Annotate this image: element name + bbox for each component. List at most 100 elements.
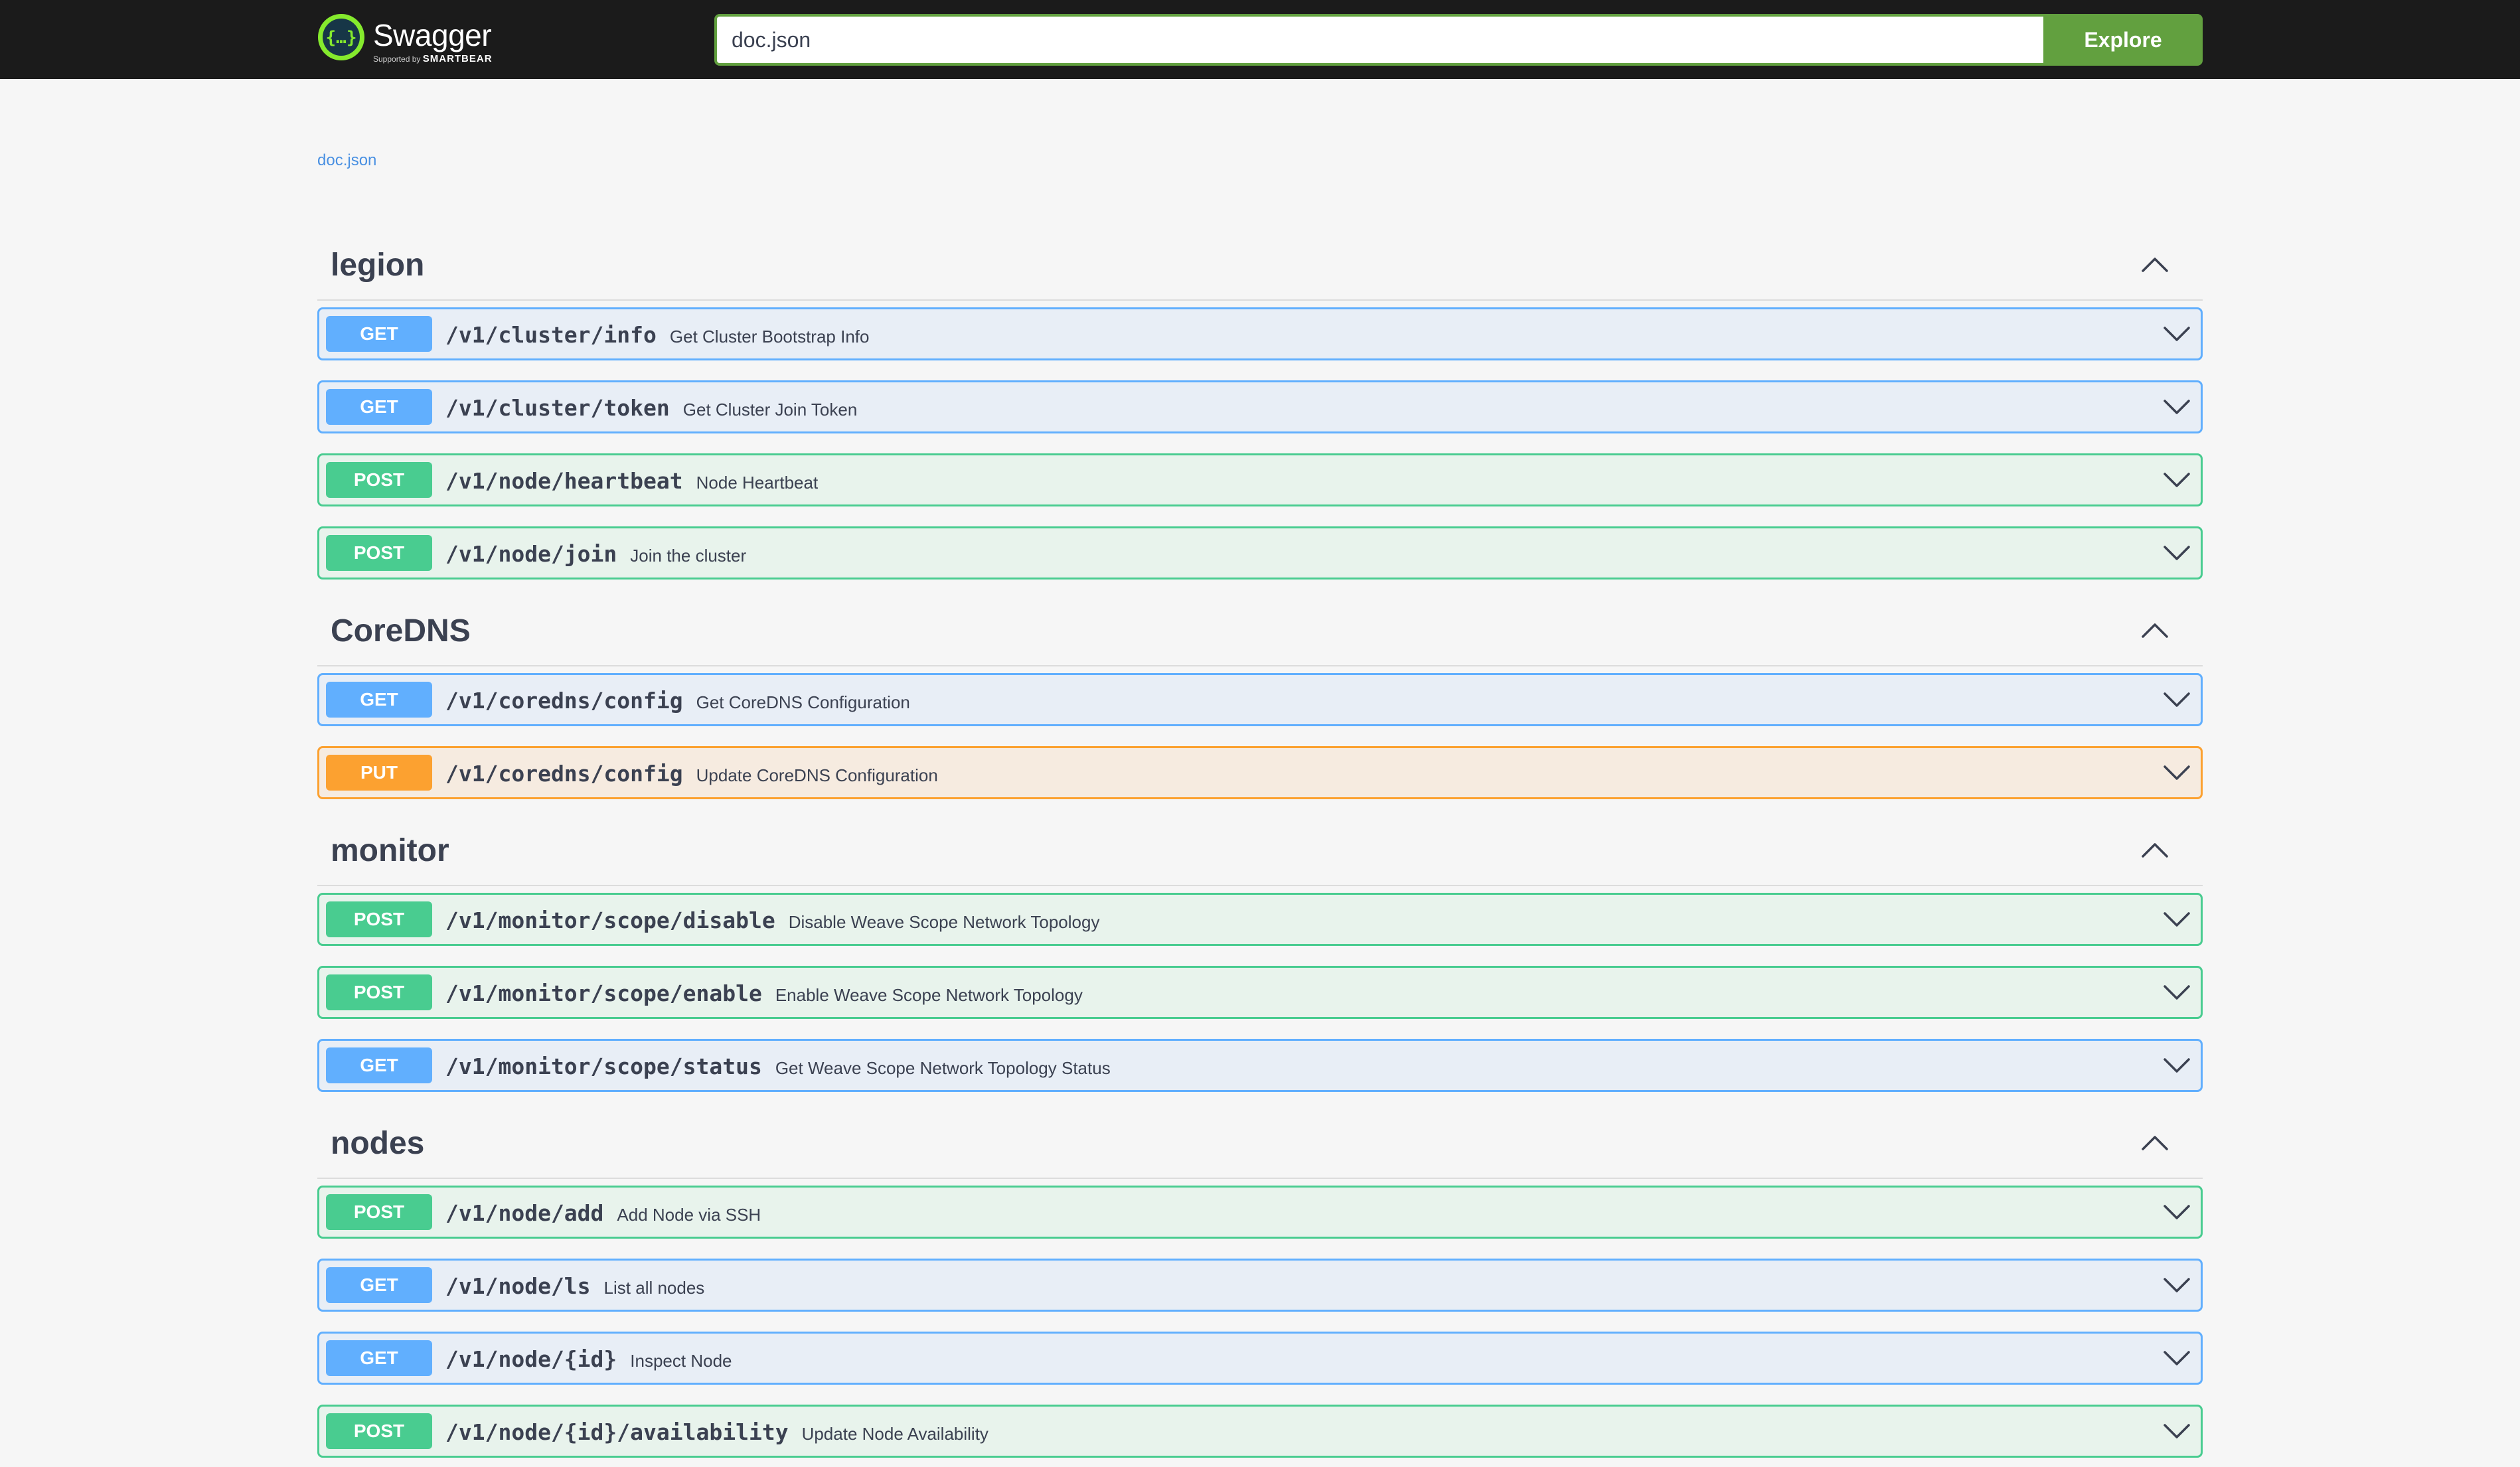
chevron-down-icon[interactable] — [2164, 546, 2190, 562]
explore-form: Explore — [714, 14, 2203, 66]
chevron-down-icon[interactable] — [2164, 1424, 2190, 1440]
operation-path-line: /v1/cluster/info Get Cluster Bootstrap In… — [445, 322, 869, 348]
operation-path: /v1/node/{id} — [445, 1346, 617, 1372]
tag-header[interactable]: CoreDNS — [317, 591, 2203, 666]
chevron-down-icon[interactable] — [2164, 912, 2190, 928]
operation-path-line: /v1/monitor/scope/enable Enable Weave Sco… — [445, 980, 1083, 1006]
method-badge: GET — [326, 1340, 432, 1376]
operation-path-line: /v1/node/add Add Node via SSH — [445, 1200, 761, 1226]
method-badge: POST — [326, 1413, 432, 1449]
tag-header[interactable]: nodes — [317, 1104, 2203, 1179]
brand-name: Swagger — [373, 18, 492, 52]
chevron-up-icon[interactable] — [2142, 256, 2168, 272]
chevron-down-icon[interactable] — [2164, 1351, 2190, 1367]
operation-summary: Disable Weave Scope Network Topology — [788, 912, 1100, 932]
operation-path: /v1/monitor/scope/enable — [445, 980, 762, 1006]
operation-path: /v1/monitor/scope/disable — [445, 907, 775, 933]
operation-row[interactable]: GET/v1/cluster/info Get Cluster Bootstrap… — [317, 307, 2203, 360]
chevron-down-icon[interactable] — [2164, 1205, 2190, 1221]
chevron-up-icon[interactable] — [2142, 622, 2168, 638]
operation-row[interactable]: POST/v1/monitor/scope/disable Disable Wea… — [317, 893, 2203, 946]
operation-path-line: /v1/node/{id}/availability Update Node Av… — [445, 1419, 988, 1445]
top-bar: {…} Swagger Supported by SMARTBEAR Explo… — [0, 0, 2520, 79]
svg-text:{…}: {…} — [326, 28, 357, 48]
brand-tagline-company: SMARTBEAR — [422, 53, 493, 64]
operation-row[interactable]: PUT/v1/coredns/config Update CoreDNS Conf… — [317, 746, 2203, 799]
operation-row[interactable]: GET/v1/coredns/config Get CoreDNS Configu… — [317, 673, 2203, 726]
operation-path-line: /v1/monitor/scope/disable Disable Weave S… — [445, 907, 1099, 933]
operation-summary: Join the cluster — [630, 546, 747, 566]
chevron-down-icon[interactable] — [2164, 1278, 2190, 1294]
tag-header[interactable]: monitor — [317, 811, 2203, 886]
spec-url-input[interactable] — [714, 14, 2043, 66]
method-badge: GET — [326, 389, 432, 425]
method-badge: GET — [326, 682, 432, 718]
method-badge: POST — [326, 974, 432, 1010]
operation-summary: Inspect Node — [630, 1351, 732, 1371]
operation-row[interactable]: POST/v1/node/{id}/availability Update Nod… — [317, 1405, 2203, 1458]
tag-section-legion: legion GET/v1/cluster/info Get Cluster Boo… — [317, 226, 2203, 579]
operation-row[interactable]: GET/v1/monitor/scope/status Get Weave Sco… — [317, 1039, 2203, 1092]
operation-summary: Enable Weave Scope Network Topology — [775, 985, 1083, 1005]
operation-path: /v1/node/join — [445, 541, 617, 567]
chevron-down-icon[interactable] — [2164, 765, 2190, 781]
operation-row[interactable]: GET/v1/cluster/token Get Cluster Join Tok… — [317, 380, 2203, 433]
operation-row[interactable]: POST/v1/node/add Add Node via SSH — [317, 1186, 2203, 1239]
tag-title: legion — [331, 248, 425, 283]
brand-tagline: Supported by SMARTBEAR — [373, 53, 493, 64]
operation-summary: Add Node via SSH — [617, 1205, 761, 1225]
operations-list: legion GET/v1/cluster/info Get Cluster Boo… — [317, 226, 2203, 1458]
method-badge: GET — [326, 316, 432, 352]
operation-row[interactable]: GET/v1/node/{id} Inspect Node — [317, 1332, 2203, 1385]
operation-path: /v1/node/{id}/availability — [445, 1419, 789, 1445]
chevron-up-icon[interactable] — [2142, 1134, 2168, 1150]
operation-summary: Update CoreDNS Configuration — [696, 765, 938, 785]
chevron-up-icon[interactable] — [2142, 842, 2168, 858]
operation-path: /v1/cluster/token — [445, 395, 670, 421]
operation-summary: Node Heartbeat — [696, 473, 819, 493]
swagger-brand[interactable]: {…} Swagger Supported by SMARTBEAR — [317, 13, 516, 66]
operation-path-line: /v1/coredns/config Get CoreDNS Configurat… — [445, 688, 910, 714]
operation-summary: Get Cluster Bootstrap Info — [669, 327, 870, 347]
chevron-down-icon[interactable] — [2164, 985, 2190, 1001]
operation-row[interactable]: POST/v1/monitor/scope/enable Enable Weave… — [317, 966, 2203, 1019]
method-badge: POST — [326, 901, 432, 937]
chevron-down-icon[interactable] — [2164, 473, 2190, 489]
tag-header[interactable]: legion — [317, 226, 2203, 301]
operation-row[interactable]: GET/v1/node/ls List all nodes — [317, 1259, 2203, 1312]
operation-summary: Update Node Availability — [801, 1424, 988, 1444]
method-badge: POST — [326, 1194, 432, 1230]
operation-path: /v1/monitor/scope/status — [445, 1053, 762, 1079]
chevron-down-icon[interactable] — [2164, 327, 2190, 343]
explore-button[interactable]: Explore — [2043, 14, 2203, 66]
operation-path: /v1/node/ls — [445, 1273, 591, 1299]
operation-summary: Get Cluster Join Token — [682, 400, 858, 420]
operation-path-line: /v1/node/join Join the cluster — [445, 541, 746, 567]
operation-path-line: /v1/cluster/token Get Cluster Join Token — [445, 395, 857, 421]
chevron-down-icon[interactable] — [2164, 1058, 2190, 1074]
tag-section-monitor: monitor POST/v1/monitor/scope/disable Disa… — [317, 811, 2203, 1092]
operation-path: /v1/coredns/config — [445, 761, 683, 787]
spec-link[interactable]: doc.json — [317, 151, 376, 170]
operation-path-line: /v1/node/heartbeat Node Heartbeat — [445, 468, 818, 494]
operation-row[interactable]: POST/v1/node/heartbeat Node Heartbeat — [317, 453, 2203, 506]
method-badge: PUT — [326, 755, 432, 791]
tag-title: monitor — [331, 833, 449, 868]
operation-path-line: /v1/node/{id} Inspect Node — [445, 1346, 732, 1372]
operation-row[interactable]: POST/v1/node/join Join the cluster — [317, 526, 2203, 579]
tag-section-nodes: nodes POST/v1/node/add Add Node via SSH GET… — [317, 1104, 2203, 1458]
operation-path: /v1/node/add — [445, 1200, 604, 1226]
operation-summary: Get CoreDNS Configuration — [696, 692, 910, 712]
chevron-down-icon[interactable] — [2164, 400, 2190, 416]
chevron-down-icon[interactable] — [2164, 692, 2190, 708]
tag-section-coredns: CoreDNS GET/v1/coredns/config Get CoreDNS … — [317, 591, 2203, 799]
operation-path-line: /v1/coredns/config Update CoreDNS Configu… — [445, 761, 938, 787]
method-badge: POST — [326, 535, 432, 571]
operation-path: /v1/coredns/config — [445, 688, 683, 714]
operation-path-line: /v1/node/ls List all nodes — [445, 1273, 704, 1299]
operation-summary: List all nodes — [603, 1278, 705, 1298]
tag-title: CoreDNS — [331, 613, 471, 649]
method-badge: POST — [326, 462, 432, 498]
brand-tagline-prefix: Supported by — [373, 54, 421, 64]
operation-path: /v1/cluster/info — [445, 322, 657, 348]
